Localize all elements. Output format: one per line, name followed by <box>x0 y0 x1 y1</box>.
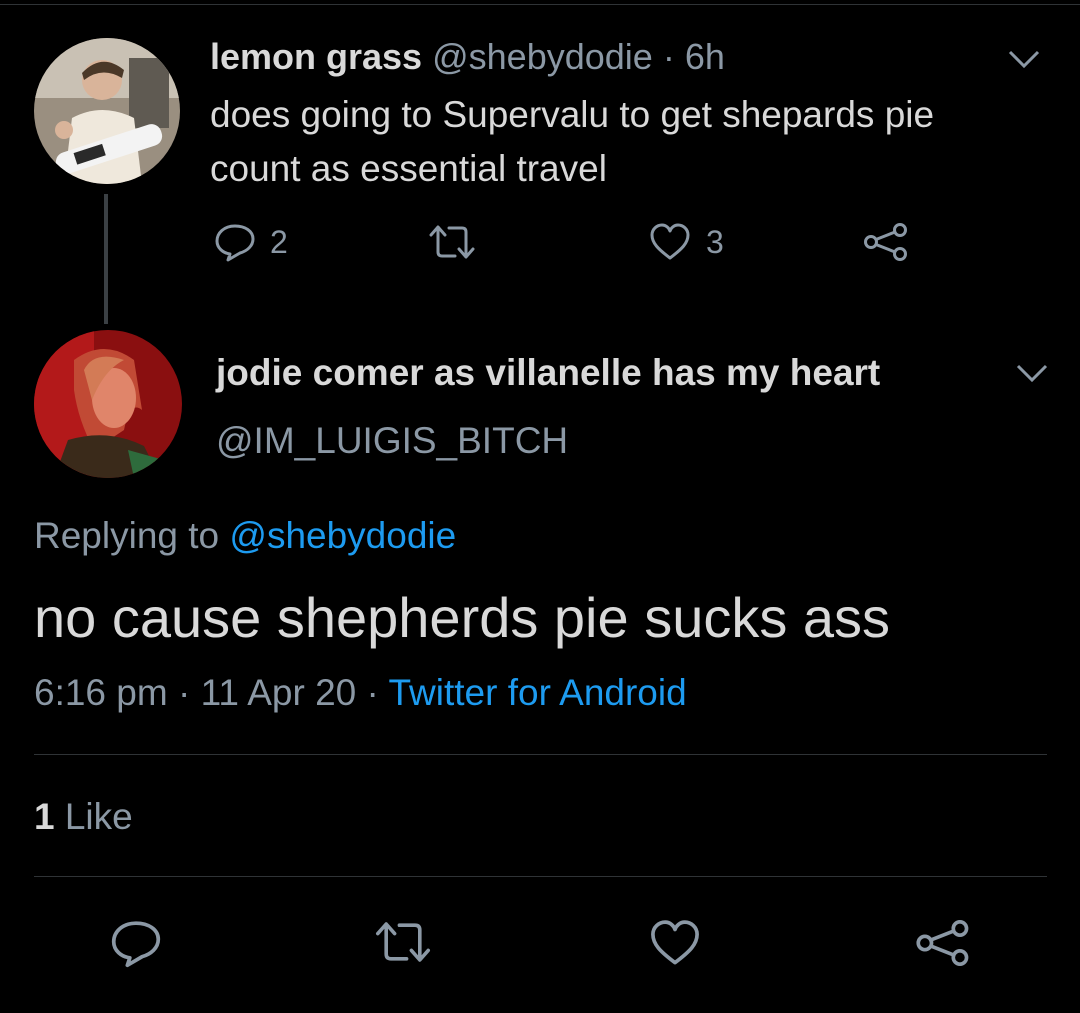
parent-time-ago: 6h <box>684 36 725 77</box>
tweet-time[interactable]: 6:16 pm <box>34 672 168 713</box>
parent-share-button[interactable] <box>862 222 910 262</box>
divider <box>34 754 1047 755</box>
likes-summary[interactable]: 1 Like <box>34 796 133 838</box>
tweet-source-link[interactable]: Twitter for Android <box>389 672 687 713</box>
parent-retweet-button[interactable] <box>425 222 479 262</box>
tweet-detail-screen: lemon grass @shebydodie · 6h does going … <box>0 0 1080 1013</box>
reply-icon <box>215 224 255 262</box>
divider <box>34 876 1047 877</box>
parent-handle[interactable]: @shebydodie <box>432 36 653 77</box>
share-button[interactable] <box>914 918 972 973</box>
top-divider <box>0 4 1080 5</box>
focus-avatar[interactable] <box>34 330 182 478</box>
chevron-down-icon[interactable] <box>1004 44 1044 74</box>
parent-display-name[interactable]: lemon grass <box>210 36 422 77</box>
retweet-icon <box>429 225 475 259</box>
focus-tweet-text: no cause shepherds pie sucks ass <box>34 586 891 649</box>
meta-separator: · <box>366 672 379 713</box>
meta-separator: · <box>177 672 191 713</box>
share-icon <box>864 223 907 261</box>
replying-prefix: Replying to <box>34 515 220 556</box>
header-separator: · <box>662 36 675 77</box>
likes-count: 1 <box>34 796 55 837</box>
share-icon <box>916 920 969 966</box>
focus-handle[interactable]: @IM_LUIGIS_BITCH <box>216 420 568 462</box>
parent-tweet-text: does going to Supervalu to get shepards … <box>210 94 935 189</box>
retweet-icon <box>376 922 431 962</box>
replying-mention-link[interactable]: @shebydodie <box>229 515 456 556</box>
like-icon <box>651 920 699 965</box>
focus-display-name[interactable]: jodie comer as villanelle has my heart <box>216 352 880 394</box>
likes-label: Like <box>64 796 133 837</box>
replying-to-line: Replying to @shebydodie <box>34 515 456 557</box>
reply-icon <box>111 921 161 968</box>
reply-button[interactable] <box>110 918 162 973</box>
chevron-down-icon[interactable] <box>1012 358 1052 388</box>
tweet-meta: 6:16 pm · 11 Apr 20 · Twitter for Androi… <box>34 672 687 714</box>
parent-tweet-header: lemon grass @shebydodie · 6h <box>210 36 725 78</box>
parent-reply-count: 2 <box>270 223 288 260</box>
tweet-date[interactable]: 11 Apr 20 <box>201 672 357 713</box>
thread-connector-line <box>104 194 108 324</box>
retweet-button[interactable] <box>370 918 436 971</box>
parent-like-button[interactable]: 3 <box>648 222 724 262</box>
parent-like-count: 3 <box>706 223 724 260</box>
parent-avatar[interactable] <box>34 38 180 184</box>
like-button[interactable] <box>648 918 702 973</box>
like-icon <box>650 223 690 260</box>
parent-reply-button[interactable]: 2 <box>214 222 288 262</box>
